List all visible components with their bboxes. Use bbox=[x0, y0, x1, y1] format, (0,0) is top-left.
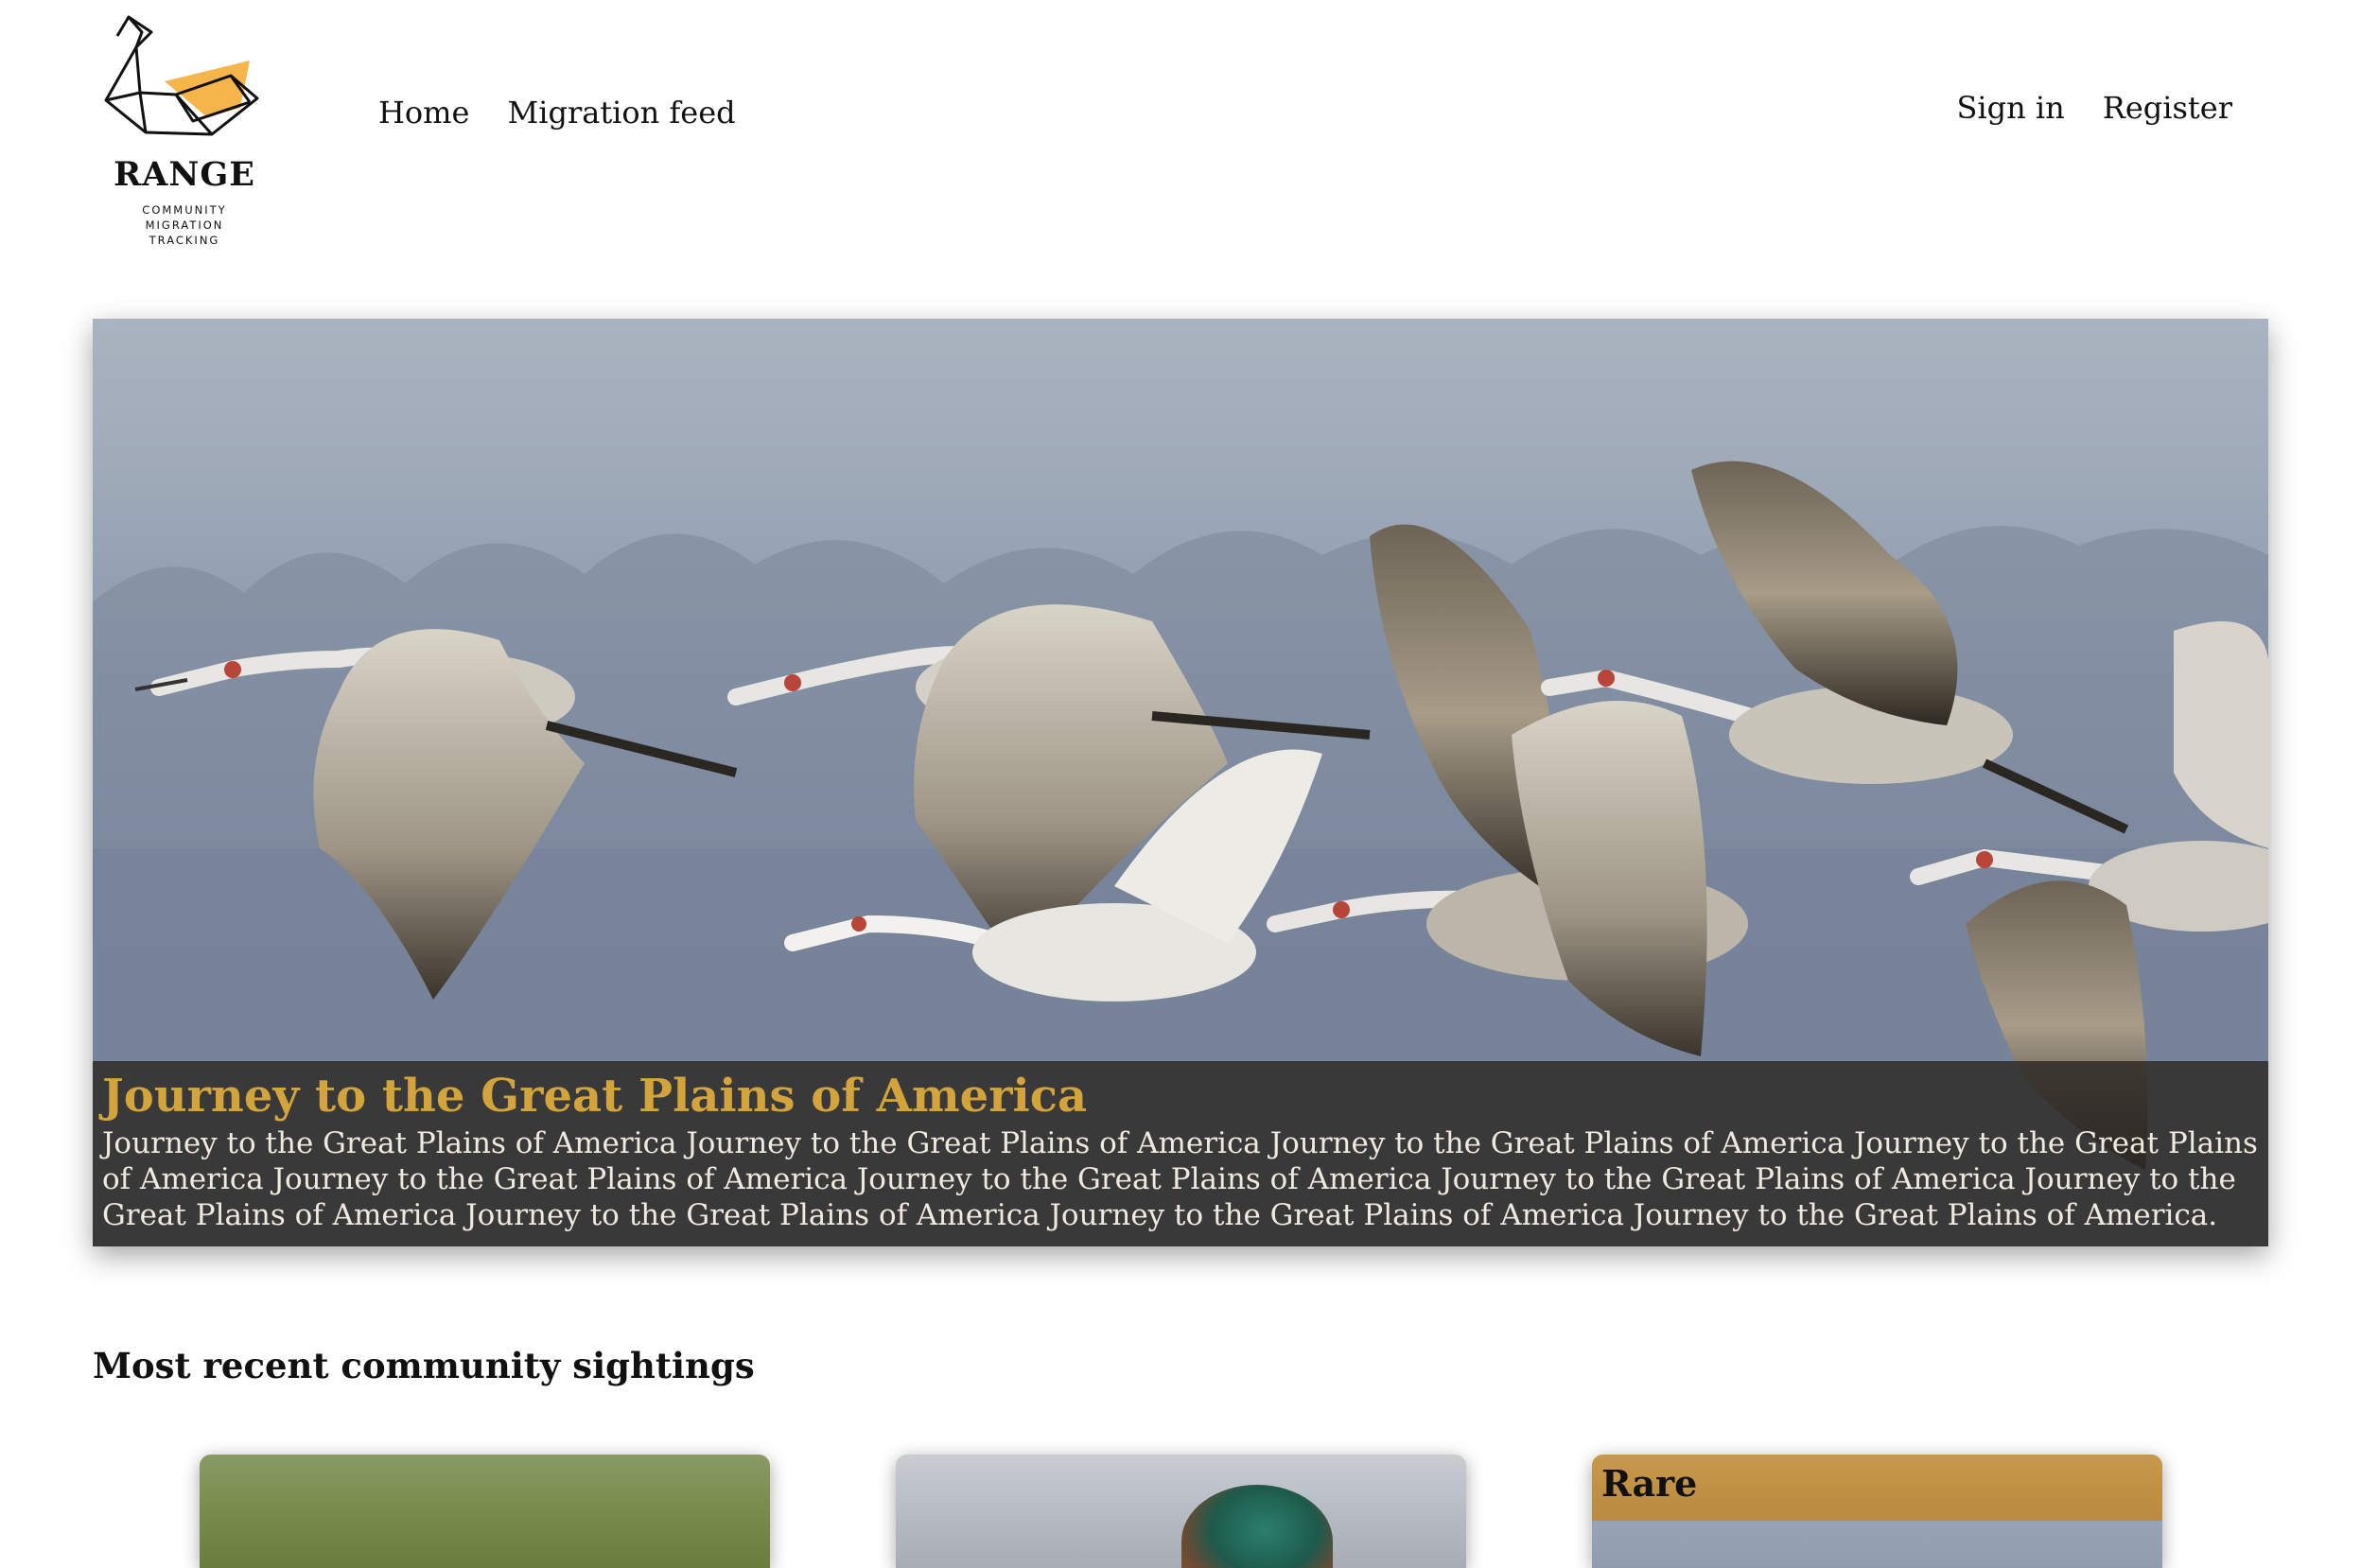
hero-title[interactable]: Journey to the Great Plains of America bbox=[102, 1069, 2259, 1124]
sighting-image bbox=[1592, 1521, 2162, 1568]
account-nav: Sign in Register bbox=[1956, 90, 2232, 126]
sighting-image bbox=[200, 1455, 770, 1568]
sighting-card[interactable] bbox=[896, 1455, 1466, 1568]
origami-swan-icon bbox=[104, 15, 259, 136]
brand-name: RANGE bbox=[114, 155, 255, 194]
hero-description: Journey to the Great Plains of America J… bbox=[102, 1126, 2258, 1232]
brand-tagline-line: COMMUNITY bbox=[142, 203, 227, 217]
register-link[interactable]: Register bbox=[2103, 90, 2232, 126]
brand-tagline-line: TRACKING bbox=[149, 234, 220, 247]
sighting-card[interactable]: Rare bbox=[1592, 1455, 2162, 1568]
rare-badge: Rare bbox=[1592, 1455, 2162, 1521]
sign-in-link[interactable]: Sign in bbox=[1956, 90, 2064, 126]
brand-tagline-line: MIGRATION bbox=[145, 218, 224, 232]
site-logo[interactable]: RANGE COMMUNITY MIGRATION TRACKING bbox=[98, 13, 271, 250]
sightings-heading: Most recent community sightings bbox=[93, 1345, 755, 1386]
nav-migration-feed-link[interactable]: Migration feed bbox=[507, 95, 735, 131]
hero-caption: Journey to the Great Plains of America J… bbox=[93, 1061, 2268, 1246]
nav-home-link[interactable]: Home bbox=[378, 95, 469, 131]
brand-tagline: COMMUNITY MIGRATION TRACKING bbox=[98, 202, 271, 248]
sighting-card[interactable] bbox=[200, 1455, 770, 1568]
main-nav: Home Migration feed bbox=[378, 95, 736, 131]
hero-banner[interactable]: Journey to the Great Plains of America J… bbox=[93, 319, 2268, 1246]
sighting-image bbox=[1181, 1485, 1333, 1568]
